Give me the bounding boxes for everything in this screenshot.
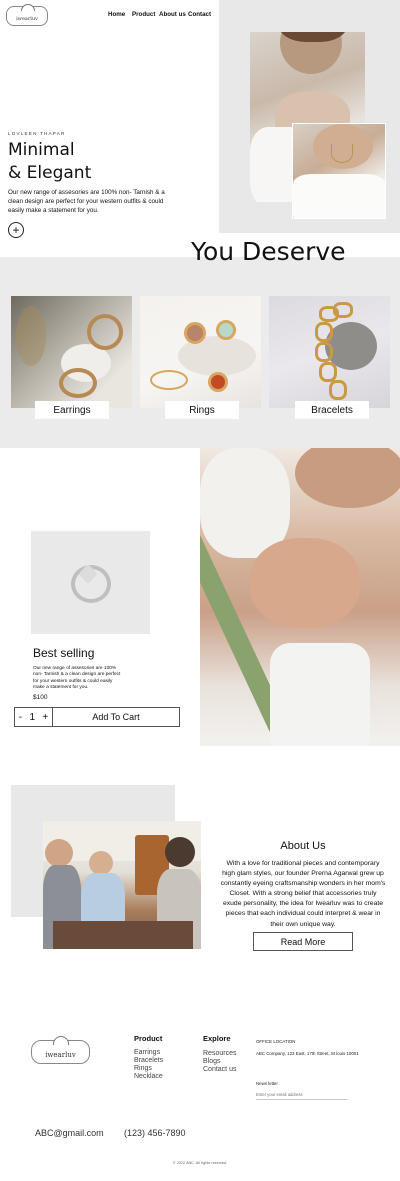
nav-about-us[interactable]: About us <box>159 11 186 18</box>
qty-value: 1 <box>29 711 36 723</box>
hero-eyebrow: LOVLEEN THAPAR <box>8 131 66 136</box>
category-label-bracelets[interactable]: Bracelets <box>295 401 369 419</box>
contact-phone[interactable]: (123) 456-7890 <box>124 1128 186 1138</box>
newsletter-email-input[interactable] <box>256 1090 348 1100</box>
about-title: About Us <box>280 840 326 852</box>
best-selling-product-image[interactable] <box>31 531 150 634</box>
best-selling-title: Best selling <box>33 646 95 660</box>
about-text: With a love for traditional pieces and c… <box>220 860 386 928</box>
bride-bouquet-image <box>200 448 400 746</box>
qty-decrement-button[interactable]: - <box>19 712 22 723</box>
category-label-earrings[interactable]: Earrings <box>35 401 109 419</box>
brand-logo[interactable]: iwearluv <box>6 4 48 26</box>
add-to-cart-button[interactable]: Add To Cart <box>52 707 180 727</box>
section-title-you-deserve: You Deserve <box>191 237 346 266</box>
crest-icon <box>53 1036 69 1045</box>
nav-product[interactable]: Product <box>132 11 155 18</box>
footer-product-links: Earrings Bracelets Rings Necklace <box>134 1049 163 1081</box>
plus-button[interactable]: + <box>8 222 24 238</box>
footer-link-earrings[interactable]: Earrings <box>134 1049 163 1057</box>
category-label-rings[interactable]: Rings <box>165 401 239 419</box>
qty-increment-button[interactable]: + <box>42 712 48 723</box>
hero-title-line1: Minimal <box>8 140 75 160</box>
footer-explore-heading: Explore <box>203 1034 231 1043</box>
footer-link-rings[interactable]: Rings <box>134 1065 163 1073</box>
best-selling-description: Our new range of assesories are 100% non… <box>33 666 121 691</box>
copyright-text: © 2022 ABC. All rights reserved. <box>172 1161 228 1165</box>
footer-link-necklace[interactable]: Necklace <box>134 1073 163 1081</box>
quantity-stepper: - 1 + <box>14 707 53 727</box>
category-card-bracelets[interactable] <box>269 296 390 408</box>
footer-brand-name: iwearluv <box>45 1051 76 1059</box>
footer-link-blogs[interactable]: Blogs <box>203 1058 236 1066</box>
footer-product-heading: Product <box>134 1034 163 1043</box>
office-address: ABC Company, 123 East, 17th Street, St l… <box>256 1051 359 1056</box>
office-location-heading: OFFICE LOCATION <box>256 1039 296 1044</box>
read-more-button[interactable]: Read More <box>253 932 353 951</box>
newsletter-heading: News letter <box>256 1081 278 1086</box>
hero-title-line2: & Elegant <box>8 163 92 183</box>
hero-necklace-image <box>293 124 385 218</box>
about-team-image <box>43 821 201 949</box>
category-card-earrings[interactable] <box>11 296 132 408</box>
footer-link-resources[interactable]: Resources <box>203 1050 236 1058</box>
plus-icon: + <box>12 223 20 237</box>
footer-explore-links: Resources Blogs Contact us <box>203 1050 236 1074</box>
brand-name: iwearluv <box>16 16 38 22</box>
product-price: $100 <box>33 694 48 701</box>
category-card-rings[interactable] <box>140 296 261 408</box>
hero-title: Minimal & Elegant <box>8 139 91 185</box>
crest-icon <box>21 4 35 11</box>
contact-email[interactable]: ABC@gmail.com <box>35 1128 104 1138</box>
nav-contact[interactable]: Contact <box>188 11 211 18</box>
footer-link-contact-us[interactable]: Contact us <box>203 1066 236 1074</box>
nav-home[interactable]: Home <box>108 11 125 18</box>
footer-logo[interactable]: iwearluv <box>31 1036 90 1064</box>
footer-link-bracelets[interactable]: Bracelets <box>134 1057 163 1065</box>
hero-description: Our new range of assesories are 100% non… <box>8 189 165 214</box>
